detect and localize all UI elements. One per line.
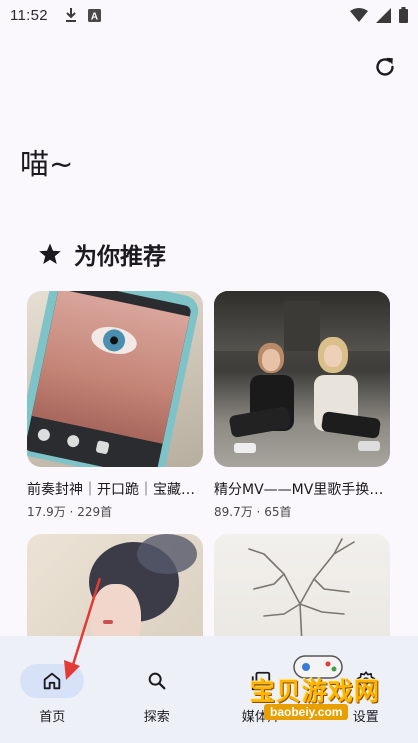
nav-label-library: 媒体库 xyxy=(241,710,281,725)
playlist-meta: 17.9万 · 229首 xyxy=(27,503,203,520)
star-icon xyxy=(39,243,61,264)
playlist-meta: 89.7万 · 65首 xyxy=(214,503,390,520)
nav-pill-home xyxy=(20,664,85,698)
status-bar: 11:52 A xyxy=(0,0,418,30)
nav-label-home: 首页 xyxy=(39,710,66,725)
library-icon xyxy=(252,671,271,691)
nav-label-settings: 设置 xyxy=(352,710,379,725)
status-time: 11:52 xyxy=(10,6,48,24)
status-right-icons xyxy=(350,7,408,23)
play-count: 89.7万 xyxy=(214,505,253,519)
meta-separator: · xyxy=(65,505,78,519)
search-icon xyxy=(148,672,166,690)
nav-pill-library xyxy=(229,664,293,698)
playlist-cover xyxy=(27,291,203,467)
refresh-icon xyxy=(376,57,394,76)
signal-icon xyxy=(376,7,391,23)
status-left-icons: A xyxy=(64,7,101,23)
tree-branches-icon xyxy=(248,538,355,644)
home-icon xyxy=(44,672,61,690)
nav-item-settings[interactable]: 设置 xyxy=(314,636,418,743)
meta-separator: · xyxy=(252,505,265,519)
nav-item-home[interactable]: 首页 xyxy=(0,636,105,743)
nav-item-library[interactable]: 媒体库 xyxy=(209,636,314,743)
track-count: 229首 xyxy=(77,505,113,519)
bottom-nav: 首页 探索 媒体库 设置 xyxy=(0,636,418,743)
playlist-card[interactable]: 前奏封神｜开口跪｜宝藏歌单 17.9万 · 229首 xyxy=(27,291,203,520)
section-title: 为你推荐 xyxy=(74,244,166,270)
wifi-icon xyxy=(350,7,368,22)
svg-text:A: A xyxy=(91,11,98,22)
gear-icon xyxy=(356,671,376,691)
refresh-button[interactable] xyxy=(370,52,400,82)
nav-item-explore[interactable]: 探索 xyxy=(105,636,210,743)
section-header-recommend: 为你推荐 xyxy=(38,236,166,272)
track-count: 65首 xyxy=(264,505,292,519)
nav-pill-explore xyxy=(125,664,189,698)
playlist-title: 精分MV——MV里歌手换人了 xyxy=(214,482,390,498)
nav-label-explore: 探索 xyxy=(143,710,170,725)
playlist-title: 前奏封神｜开口跪｜宝藏歌单 xyxy=(27,482,203,498)
playlist-cover xyxy=(214,291,390,467)
download-icon xyxy=(65,8,76,22)
greeting-text: 喵~ xyxy=(20,147,74,181)
a-box-icon: A xyxy=(87,8,101,22)
play-count: 17.9万 xyxy=(27,505,66,519)
battery-icon xyxy=(399,7,408,23)
nav-pill-settings xyxy=(334,664,398,698)
playlist-card[interactable]: 精分MV——MV里歌手换人了 89.7万 · 65首 xyxy=(214,291,390,520)
